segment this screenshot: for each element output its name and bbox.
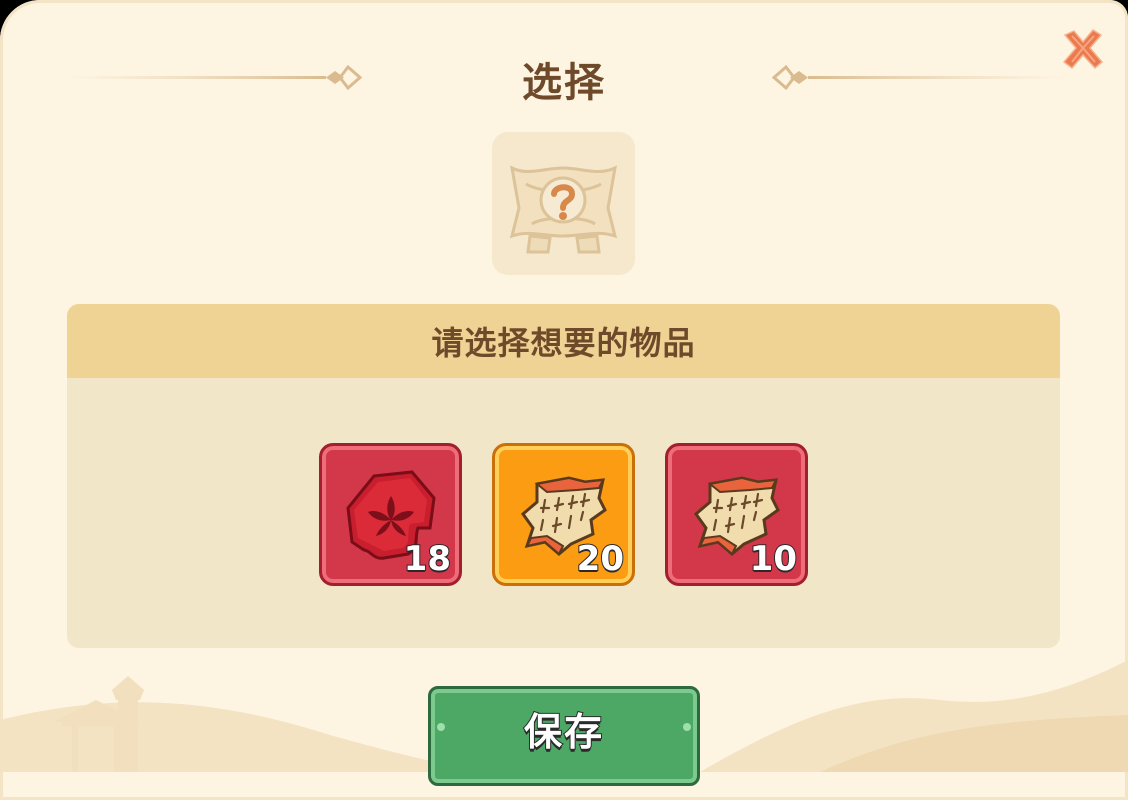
- title-divider-right: [771, 64, 1070, 91]
- item-count: 10: [749, 538, 798, 580]
- close-x-icon: [1062, 29, 1104, 70]
- choose-item-dialog: 选择 请选择想要的物品 18 20 10 保存: [0, 0, 1128, 800]
- save-button-label: 保存: [523, 709, 604, 755]
- panel-header: 请选择想要的物品: [67, 304, 1060, 378]
- reward-preview-tile: [492, 132, 635, 275]
- save-button[interactable]: 保存: [428, 686, 700, 786]
- item-count: 18: [403, 538, 452, 580]
- close-button[interactable]: [1060, 26, 1106, 72]
- item-slot-1[interactable]: 18: [319, 443, 462, 586]
- item-count: 20: [576, 538, 625, 580]
- item-slot-2[interactable]: 20: [492, 443, 635, 586]
- item-slot-3[interactable]: 10: [665, 443, 808, 586]
- mystery-chest-icon: [509, 165, 618, 254]
